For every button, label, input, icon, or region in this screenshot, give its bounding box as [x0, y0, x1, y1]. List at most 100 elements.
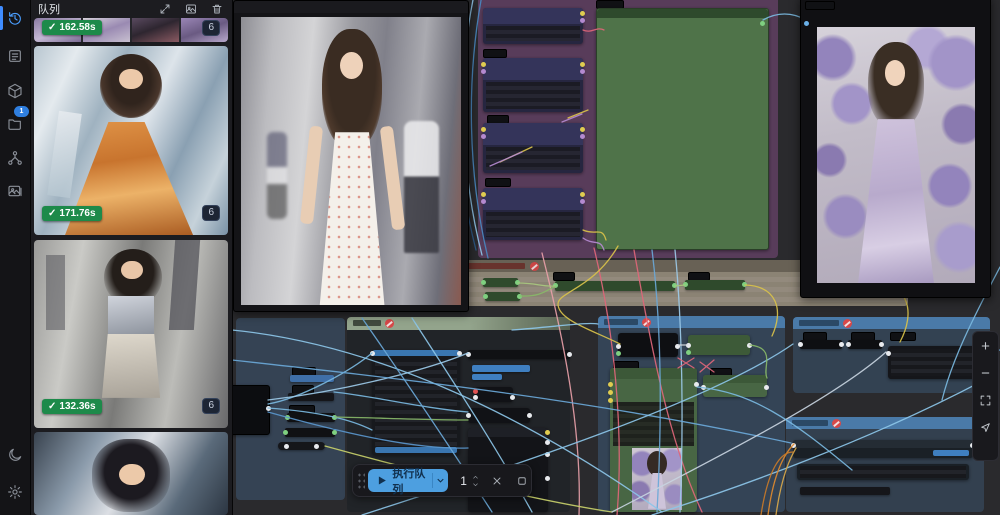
duration-badge: ✓132.36s: [42, 399, 102, 414]
expand-icon[interactable]: [154, 1, 176, 17]
app-window: 1 队列: [0, 0, 1000, 515]
node-text[interactable]: [888, 346, 980, 379]
queue-item[interactable]: ✓162.58s 6: [34, 18, 228, 42]
model-library-icon[interactable]: [0, 77, 30, 105]
node-collapsed[interactable]: [288, 393, 334, 401]
widget-bar[interactable]: [472, 374, 502, 380]
node-title-chip: [890, 332, 916, 341]
error-icon: [530, 262, 539, 271]
queue-title: 队列: [38, 1, 60, 17]
count-badge: 6: [202, 20, 220, 36]
duration-text: 132.36s: [59, 400, 95, 413]
node-collapsed[interactable]: [685, 280, 745, 290]
preview-titlebar[interactable]: [234, 1, 468, 13]
theme-moon-icon[interactable]: [0, 441, 30, 469]
node[interactable]: [793, 440, 973, 458]
chevron-down-icon[interactable]: [433, 475, 448, 486]
duration-text: 171.76s: [59, 207, 95, 220]
node-text[interactable]: [372, 350, 460, 455]
node-collapsed[interactable]: [483, 278, 518, 287]
node-title-chip: [805, 1, 835, 10]
zoom-in-button[interactable]: +: [976, 336, 995, 357]
preview-image-wisteria: [817, 27, 975, 283]
zoom-out-button[interactable]: −: [976, 363, 995, 384]
node[interactable]: [618, 333, 678, 357]
node-collapsed[interactable]: [848, 340, 882, 349]
node[interactable]: [483, 123, 583, 173]
node[interactable]: [483, 8, 583, 44]
node[interactable]: [232, 385, 270, 435]
chevron-down-icon: [471, 481, 480, 488]
run-queue-label: 执行队列: [392, 465, 426, 497]
fit-view-icon: [979, 394, 992, 407]
node[interactable]: [468, 408, 530, 423]
settings-gear-icon[interactable]: [0, 478, 30, 506]
error-icon: [832, 419, 841, 428]
workflow-badge: 1: [14, 106, 29, 117]
queue-image-blue-silver: [34, 432, 228, 515]
queue-panel: 队列 ✓162.58s 6: [30, 0, 233, 515]
check-icon: ✓: [48, 21, 56, 34]
cursor-icon: [979, 421, 992, 434]
fit-view-button[interactable]: [976, 390, 995, 411]
node-list-icon[interactable]: [0, 42, 30, 70]
node-map-icon[interactable]: [0, 144, 30, 172]
node-collapsed[interactable]: [485, 292, 520, 301]
queue-item[interactable]: ✓132.36s 6: [34, 240, 228, 428]
queue-item[interactable]: [34, 432, 228, 515]
batch-count[interactable]: 1: [460, 474, 467, 488]
node-image-wisteria-small: [632, 448, 682, 510]
port[interactable]: [804, 21, 809, 26]
run-queue-button[interactable]: 执行队列: [368, 469, 448, 492]
node-sampler[interactable]: [610, 368, 697, 512]
chevron-up-icon: [471, 474, 480, 481]
node-collapsed[interactable]: [800, 340, 842, 349]
node-collapsed[interactable]: [287, 413, 335, 422]
sidebar-rail: 1: [0, 0, 31, 515]
action-bar: 执行队列 1: [352, 464, 532, 497]
close-icon: [491, 475, 503, 487]
stop-button[interactable]: [512, 470, 531, 492]
node-collapsed[interactable]: [278, 442, 325, 450]
node[interactable]: [483, 188, 583, 240]
canvas-zoom-toolbar: + −: [972, 331, 999, 461]
duration-badge: ✓171.76s: [42, 206, 102, 221]
node-collapsed[interactable]: [800, 487, 890, 495]
play-icon: [376, 475, 387, 486]
drag-handle[interactable]: [357, 472, 365, 490]
count-badge: 6: [202, 398, 220, 414]
queue-history-icon[interactable]: [0, 4, 30, 32]
node[interactable]: [688, 335, 750, 355]
count-badge: 6: [202, 205, 220, 221]
node[interactable]: [703, 375, 767, 397]
queue-item[interactable]: ✓171.76s 6: [34, 46, 228, 235]
clear-queue-button[interactable]: [488, 470, 507, 492]
node[interactable]: [797, 464, 969, 480]
batch-stepper[interactable]: [471, 474, 480, 488]
stop-icon: [516, 475, 528, 487]
select-tool-button[interactable]: [976, 417, 995, 438]
queue-header: 队列: [30, 0, 232, 18]
gallery-icon[interactable]: [0, 177, 30, 205]
node-canvas[interactable]: 执行队列 1 + −: [232, 0, 1000, 515]
error-icon: [385, 319, 394, 328]
node[interactable]: [483, 58, 583, 112]
image-node-wisteria[interactable]: [800, 0, 991, 298]
check-icon: ✓: [48, 400, 56, 413]
node-collapsed[interactable]: [285, 428, 335, 437]
preview-window[interactable]: [233, 0, 469, 312]
gallery-view-icon[interactable]: [180, 1, 202, 17]
error-icon: [642, 318, 651, 327]
node-collapsed[interactable]: [555, 281, 675, 291]
node-collapsed[interactable]: [290, 375, 334, 382]
duration-badge: ✓162.58s: [42, 20, 102, 35]
node[interactable]: [475, 387, 513, 402]
workflows-icon[interactable]: 1: [0, 110, 30, 138]
green-panel-node[interactable]: [596, 8, 769, 250]
trash-icon[interactable]: [206, 1, 228, 17]
widget-bar[interactable]: [472, 365, 530, 372]
duration-text: 162.58s: [59, 21, 95, 34]
node-title-chip: [485, 178, 511, 187]
node-collapsed[interactable]: [468, 350, 570, 359]
node-title-chip: [483, 49, 507, 58]
